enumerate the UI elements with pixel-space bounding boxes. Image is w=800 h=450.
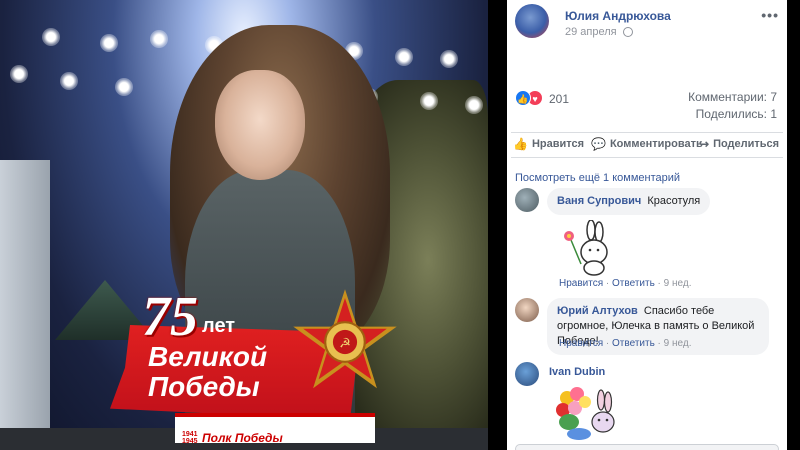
post-date[interactable]: 29 апреля	[565, 26, 617, 38]
comment-input[interactable]	[515, 444, 779, 450]
like-button-label: Нравится	[531, 138, 585, 150]
speech-bubble-icon: 💬	[591, 137, 606, 151]
bunny-bouquet-sticker	[556, 387, 615, 440]
comment-like-link[interactable]: Нравится	[559, 278, 603, 289]
like-icon[interactable]: 👍	[515, 90, 531, 106]
comment-meta: Нравится · Ответить · 9 нед.	[559, 338, 692, 349]
view-more-comments-link[interactable]: Посмотреть ещё 1 комментарий	[515, 172, 680, 184]
reaction-count[interactable]: 201	[549, 92, 569, 106]
commenter-name[interactable]: Ivan Dubin	[549, 366, 605, 378]
order-star-icon: ☭	[293, 289, 397, 389]
comment-reply-link[interactable]: Ответить	[612, 338, 655, 349]
badge-number: 75	[142, 286, 198, 348]
comment-time[interactable]: 9 нед.	[664, 278, 692, 289]
svg-text:☭: ☭	[339, 337, 351, 352]
badge-line-1: Великой	[148, 341, 268, 372]
thumbs-up-icon: 👍	[513, 137, 528, 151]
shares-count[interactable]: Поделились: 1	[696, 107, 777, 121]
ellipsis-icon[interactable]: •••	[761, 7, 779, 23]
facebook-photo-viewer: ☭ 75 лет Великой Победы 1941 1945 Полк П…	[0, 0, 800, 450]
photo-wall	[0, 160, 50, 450]
commenter-name[interactable]: Юрий Алтухов	[557, 305, 638, 317]
comment-bubble: Ваня Супрович Красотуля	[547, 188, 711, 215]
comment-button[interactable]: 💬 Комментировать	[591, 137, 703, 151]
reactions-bar: ♥ 👍 201 Комментарии: 7 Поделились: 1	[515, 88, 779, 124]
person-face	[215, 70, 305, 180]
like-button[interactable]: 👍 Нравится	[513, 137, 584, 151]
badge-campaign: Полк Победы	[202, 431, 283, 445]
comment-button-label: Комментировать	[609, 138, 703, 150]
post-header: Юлия Андрюхова 29 апреля •••	[515, 4, 779, 40]
post-photo[interactable]: ☭ 75 лет Великой Победы 1941 1945 Полк П…	[0, 0, 488, 450]
share-arrow-icon: ↪	[699, 137, 710, 151]
share-button[interactable]: ↪ Поделиться	[699, 137, 779, 151]
post-actions: 👍 Нравится 💬 Комментировать ↪ Поделиться	[511, 132, 783, 158]
post-sidebar: Юлия Андрюхова 29 апреля ••• ♥ 👍 201 Ком…	[488, 0, 787, 450]
badge-line-2: Победы	[148, 371, 260, 402]
commenter-name[interactable]: Ваня Супрович	[557, 195, 641, 207]
comment-time[interactable]: 9 нед.	[664, 338, 692, 349]
comment-like-link[interactable]: Нравится	[559, 338, 603, 349]
comment-text: Красотуля	[647, 195, 701, 207]
commenter-avatar[interactable]	[515, 362, 539, 386]
victory-75-badge: ☭ 75 лет Великой Победы 1941 1945 Полк П…	[110, 285, 397, 450]
commenter-avatar[interactable]	[515, 298, 539, 322]
bunny-flower-sticker	[564, 220, 608, 276]
commenter-avatar[interactable]	[515, 188, 539, 212]
share-button-label: Поделиться	[713, 138, 780, 150]
author-avatar[interactable]	[515, 4, 549, 38]
comment-reply-link[interactable]: Ответить	[612, 278, 655, 289]
comments-count[interactable]: Комментарии: 7	[688, 90, 777, 104]
comment-meta: Нравится · Ответить · 9 нед.	[559, 278, 692, 289]
globe-icon	[623, 27, 633, 37]
author-name[interactable]: Юлия Андрюхова	[565, 9, 671, 23]
badge-years: 1941 1945	[182, 431, 198, 445]
badge-let: лет	[202, 315, 236, 337]
panel-gutter	[488, 0, 507, 450]
